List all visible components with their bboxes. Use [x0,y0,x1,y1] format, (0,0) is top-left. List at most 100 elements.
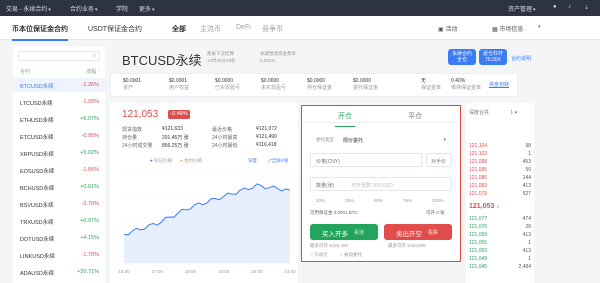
book-row[interactable]: 121,070 26 [469,224,531,231]
reduce-only-checkbox[interactable]: ○ 只减仓 [310,252,327,258]
contract-symbol: LINKUSD永续 [20,254,55,260]
margin-mode-button[interactable]: 永续合约 全仓 [448,49,476,65]
stat-label: 资产 [123,85,134,91]
nav-contract-business[interactable]: 合约业务▾ [70,4,98,13]
book-qty: 413 [522,248,531,254]
contract-symbol: XRPUSD永续 [20,152,54,158]
stat-item: $0.0000 未实现盈亏 [261,78,286,92]
ticker-label: 24小时成交量 [122,143,153,149]
book-row[interactable]: 121,083 413 [469,183,531,190]
percent-option[interactable]: 50% [374,198,383,203]
contract-change: -1.26% [81,82,99,88]
filter-defi[interactable]: DeFi [236,24,251,31]
book-qty: 50 [525,167,531,173]
post-only-checkbox[interactable]: ○ 被动委托 [340,252,362,258]
nav-asset-management[interactable]: 资产管理▾ [508,4,536,13]
contract-symbol: DOTUSD永续 [20,237,55,243]
sell-short-button[interactable]: 卖出开空 看跌 [384,224,452,240]
search-input[interactable]: ⌕ [18,51,100,61]
tab-close-position[interactable]: 平仓 [408,111,422,121]
download-icon[interactable]: ⇣ [584,4,589,11]
page-title: BTCUSD永续 [122,53,202,68]
contract-change: -1.99% [81,99,99,105]
max-buy-amount: 最多可开 ¥123,450 [310,243,349,248]
book-row[interactable]: 121,086 144 [469,175,531,182]
list-item[interactable]: BTCUSD永续 -1.26% [13,78,105,92]
book-row[interactable]: 121,077 474 [469,216,531,223]
book-row[interactable]: 121,055 1 [469,240,531,247]
book-row[interactable]: 121,103 1 [469,151,531,158]
leverage-button[interactable]: 逐仓杠杆 75.00X [479,49,507,65]
book-price: 121,053 [469,248,488,254]
percent-option[interactable]: 10% [316,198,325,203]
book-row[interactable]: 121,053 413 [469,248,531,255]
list-item[interactable]: LINKUSD永续 -1.70% [13,248,105,262]
stat-value: $0.0000 [307,78,326,84]
book-row[interactable]: 121,045 2,484 [469,264,531,271]
list-item[interactable]: ADAUSD永续 +20.71% [13,265,105,279]
tab-coin-margined[interactable]: 币本位保证金合约 [12,24,68,41]
book-price: 121,083 [469,183,488,189]
order-type-select[interactable]: 限价委托 ▾ [340,132,450,146]
filter-all[interactable]: 全部 [172,24,186,34]
book-price: 121,045 [469,264,488,270]
list-item[interactable]: EOSUSD永续 -1.56% [13,163,105,177]
nav-trade[interactable]: 交易 - 永续合约▾ [6,4,51,13]
list-item[interactable]: ETCUSD永续 -0.95% [13,129,105,143]
tab-open-position[interactable]: 开仓 [335,111,355,127]
chevron-down-icon: ▾ [443,137,446,143]
book-mid-price: 121,053 ↓ [469,203,500,210]
book-price: 121,079 [469,191,488,197]
list-item[interactable]: ETHUSD永续 +6.07% [13,112,105,126]
book-row[interactable]: 121,098 453 [469,159,531,166]
nav-more[interactable]: 更多▾ [139,4,155,13]
contract-symbol: ADAUSD永续 [20,271,54,277]
list-item[interactable]: TRXUSD永续 +0.97% [13,214,105,228]
book-row[interactable]: 121,095 50 [469,167,531,174]
opponent-price-button[interactable]: 对手价 [426,153,452,167]
quantity-input[interactable]: 数量(张) 可开张数 100 USD [310,177,452,191]
ticker-label: 最近价格 [212,127,233,133]
stat-item: $0.0001 资产 [123,78,141,92]
book-row[interactable]: 121,079 527 [469,191,531,198]
x-tick-label: 18:00 [185,269,197,274]
list-item[interactable]: DOTUSD永续 +4.15% [13,231,105,245]
filter-competitor[interactable]: 竞争币 [262,24,283,34]
ticker-value: 201.45万 张 [162,135,189,141]
buy-long-button[interactable]: 买入开多 看涨 [310,224,378,240]
tab-usdt-margined[interactable]: USDT保证金合约 [88,24,142,34]
percent-option[interactable]: 25% [345,198,354,203]
book-qty: 474 [522,216,531,222]
percent-option[interactable]: 100% [432,198,444,203]
book-row[interactable]: 121,104 58 [469,143,531,150]
price-input[interactable]: 价格(CNY) [310,153,422,167]
percent-option[interactable]: 75% [403,198,412,203]
stat-value: $0.0000 [353,78,372,84]
ticker-label: 24小时最高 [212,135,238,141]
x-tick-label: 16:00 [118,269,130,274]
list-item[interactable]: XRPUSD永续 +5.02% [13,146,105,160]
transfer-link[interactable]: 资金划转 [489,82,509,89]
stat-value: $0.0000 [261,78,280,84]
book-row[interactable]: 121,059 413 [469,232,531,239]
book-price: 121,049 [469,256,488,262]
x-tick-label: 17:00 [152,269,164,274]
market-info-link[interactable]: ▦ 市场信息 [492,24,523,33]
contract-info-link[interactable]: 合约说明 [511,55,531,62]
activity-link[interactable]: ▣ 活动 [438,24,457,33]
last-price: 121,053 [122,109,159,120]
depth-merge-select[interactable]: 深度合并 1 ▾ [469,109,517,116]
list-item[interactable]: BCHUSD永续 +0.61% [13,180,105,194]
theme-icon[interactable]: ◐ [538,24,542,30]
stat-value: 无 [421,78,427,84]
filter-mainstream[interactable]: 主流币 [200,24,221,34]
list-header: 合约 涨幅 ↑ [20,69,100,75]
bell-icon[interactable]: ♪ [568,4,571,10]
user-icon[interactable]: ● [553,4,557,10]
list-item[interactable]: LTCUSD永续 -1.99% [13,95,105,109]
book-qty: 144 [522,175,531,181]
nav-academy[interactable]: 学院 [116,4,128,13]
list-item[interactable]: BSVUSD永续 -3.70% [13,197,105,211]
book-row[interactable]: 121,049 1 [469,256,531,263]
ticker-label: 24小时最低 [212,143,238,149]
